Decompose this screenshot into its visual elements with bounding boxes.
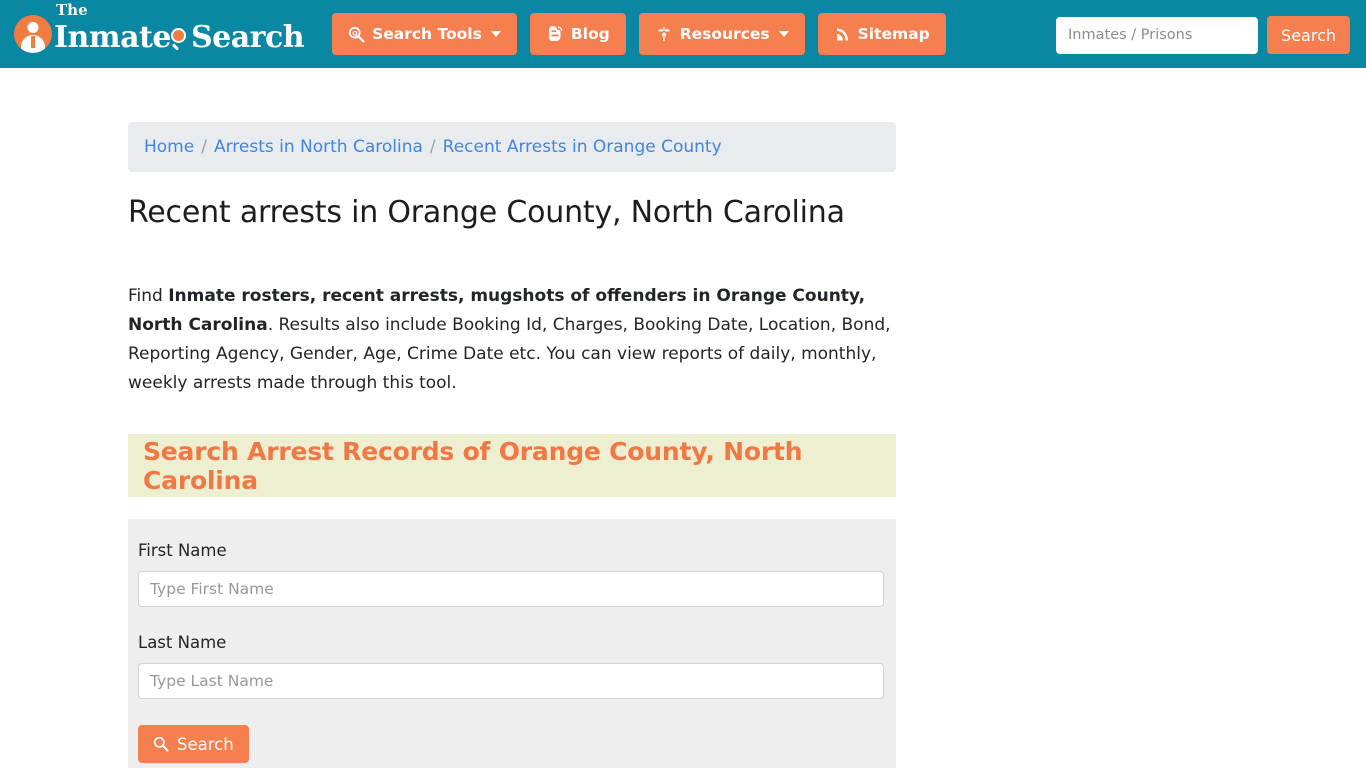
nav-label: Blog [570,25,610,43]
form-search-button-label: Search [177,734,234,754]
section-heading-bar: Search Arrest Records of Orange County, … [128,434,896,497]
first-name-label: First Name [138,541,227,560]
header-search-input[interactable] [1056,16,1259,54]
magnifier-icon: Q [348,26,365,43]
nav-label: Sitemap [857,25,930,43]
breadcrumb-separator: / [201,137,207,157]
nav-label: Search Tools [372,25,482,43]
leaf-icon [655,25,673,43]
magnifier-icon [170,27,192,51]
nav-sitemap-button[interactable]: Sitemap [817,13,946,55]
intro-paragraph: Find Inmate rosters, recent arrests, mug… [128,282,896,398]
chevron-down-icon [490,31,501,37]
header-search: Search [1056,16,1350,54]
nav-blog-button[interactable]: Blog [529,13,626,55]
rss-icon [834,26,851,43]
svg-text:Q: Q [352,29,358,37]
chevron-down-icon [778,31,789,37]
main-nav: Q Search Tools Blog Resources Sitemap [332,13,946,55]
logo-the-text: The [56,0,88,19]
form-search-button[interactable]: Search [138,725,249,763]
page-title: Recent arrests in Orange County, North C… [128,195,845,230]
breadcrumb-item-home[interactable]: Home [144,137,194,157]
last-name-label: Last Name [138,633,227,652]
site-header: The Inmate Search Q Search Tools Blog Res… [0,0,1366,68]
logo-word-inmate: Inmate [54,19,171,55]
nav-resources-button[interactable]: Resources [638,13,805,55]
arrest-search-form: First Name Last Name Search [128,519,896,768]
section-heading: Search Arrest Records of Orange County, … [143,436,803,495]
blogger-icon [546,25,564,43]
breadcrumb-separator: / [429,137,436,157]
nav-label: Resources [679,25,770,43]
header-search-button[interactable]: Search [1267,16,1350,54]
site-logo[interactable]: The Inmate Search [14,2,305,58]
magnifier-icon [153,736,169,752]
breadcrumb: Home / Arrests in North Carolina / Recen… [128,122,896,172]
nav-search-tools-button[interactable]: Q Search Tools [332,13,517,55]
breadcrumb-item-state[interactable]: Arrests in North Carolina [214,137,423,157]
breadcrumb-item-county[interactable]: Recent Arrests in Orange County [443,137,722,157]
logo-word-search: Search [190,19,305,55]
intro-lead: Find [128,286,169,306]
person-avatar-icon [14,15,52,53]
last-name-input[interactable] [138,663,884,699]
page-body: Home / Arrests in North Carolina / Recen… [0,68,1366,768]
first-name-input[interactable] [138,571,884,607]
